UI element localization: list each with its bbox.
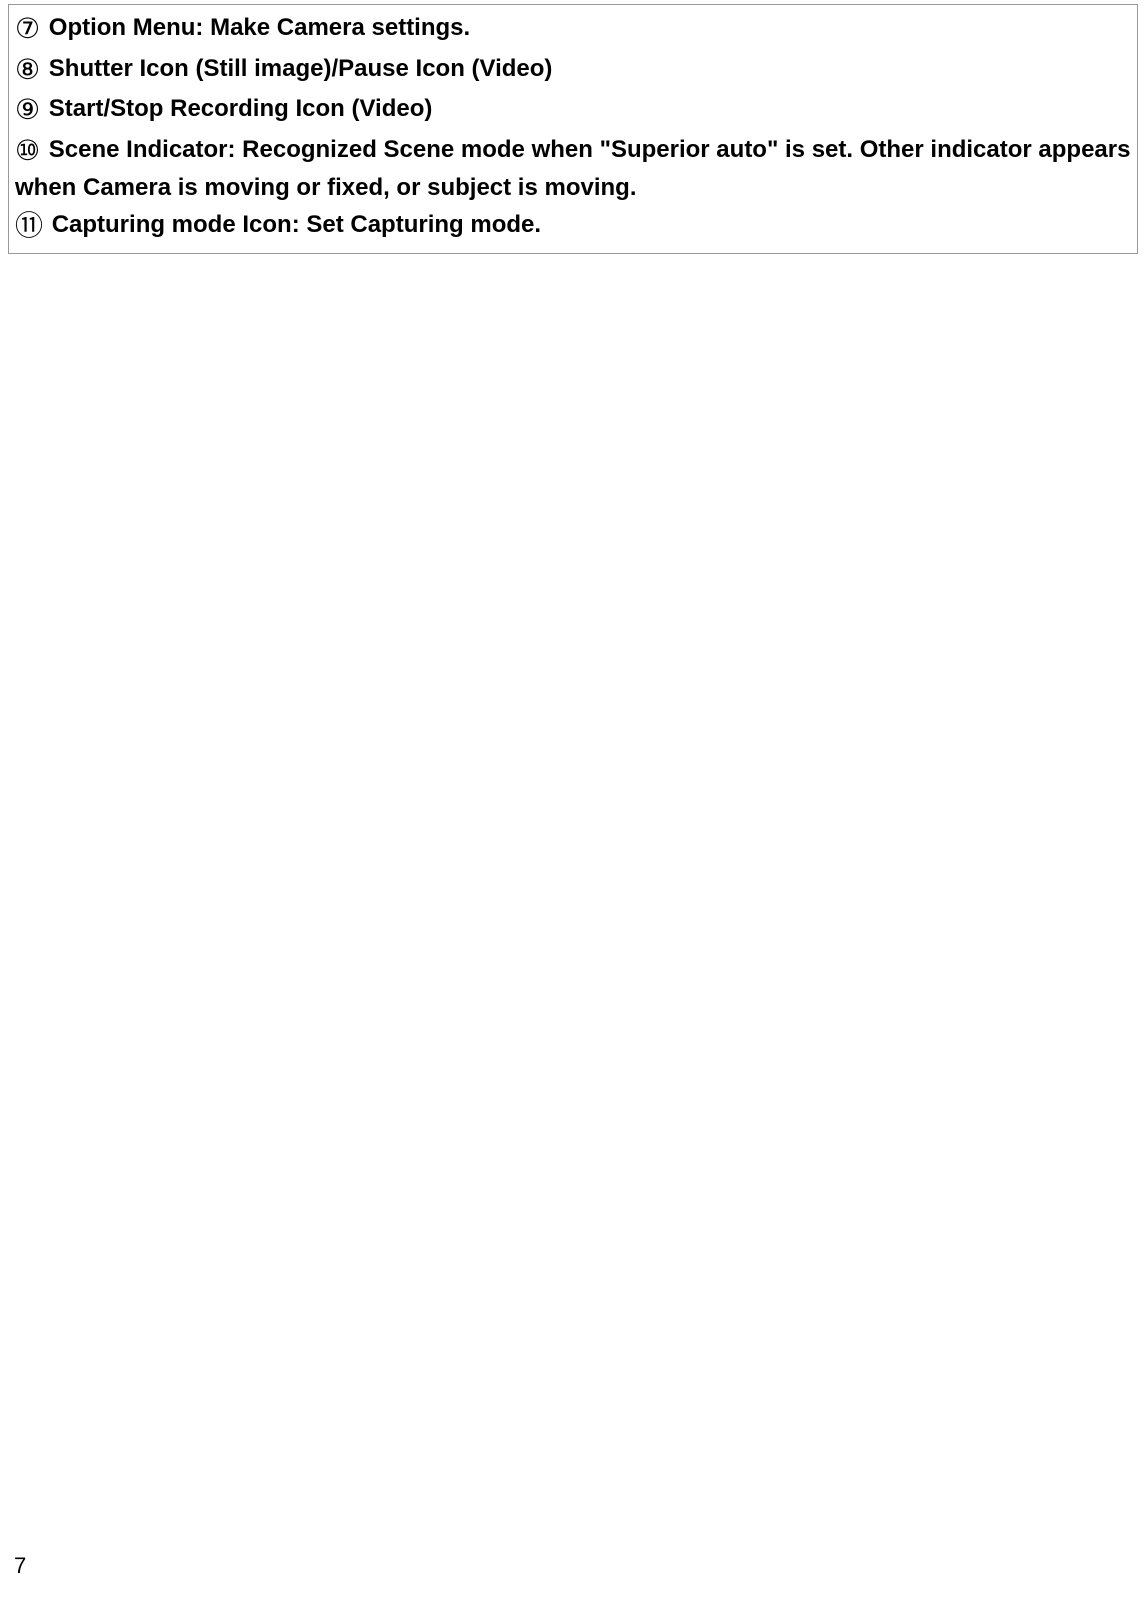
item-text: Capturing mode Icon: Set Capturing mode. [52, 211, 541, 238]
list-item: ⑪ Capturing mode Icon: Set Capturing mod… [15, 206, 1131, 247]
circled-number-icon: ⑧ [15, 50, 40, 91]
list-item: ⑨ Start/Stop Recording Icon (Video) [15, 90, 1131, 131]
content-box: ⑦ Option Menu: Make Camera settings. ⑧ S… [8, 4, 1138, 254]
page-number: 7 [14, 1553, 26, 1579]
list-item: ⑧ Shutter Icon (Still image)/Pause Icon … [15, 50, 1131, 91]
item-text: Shutter Icon (Still image)/Pause Icon (V… [49, 55, 553, 82]
circled-number-icon: ⑩ [15, 131, 40, 172]
list-item: ⑦ Option Menu: Make Camera settings. [15, 9, 1131, 50]
item-text: Start/Stop Recording Icon (Video) [49, 95, 433, 122]
list-item: ⑩ Scene Indicator: Recognized Scene mode… [15, 131, 1131, 206]
item-text: Option Menu: Make Camera settings. [49, 14, 470, 41]
item-text: Scene Indicator: Recognized Scene mode w… [15, 136, 1130, 202]
circled-number-icon: ⑦ [15, 9, 40, 50]
circled-number-icon: ⑪ [15, 206, 43, 247]
circled-number-icon: ⑨ [15, 90, 40, 131]
